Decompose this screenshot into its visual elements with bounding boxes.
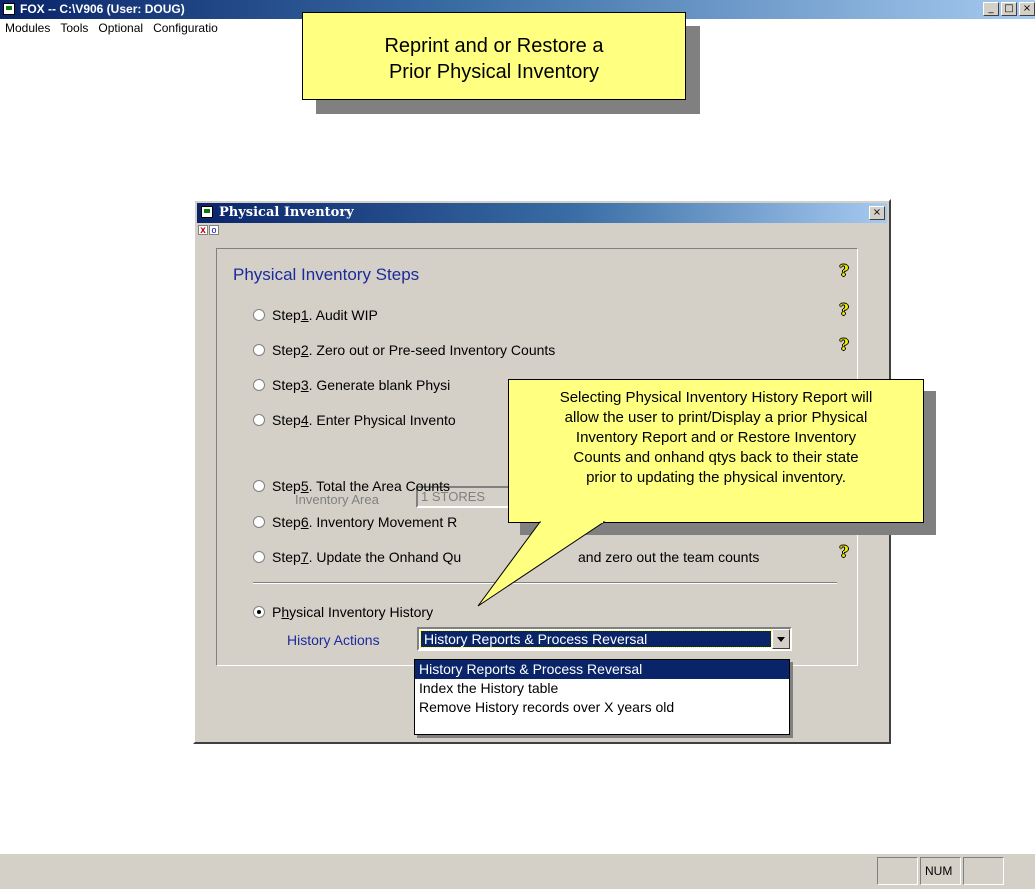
radio-button-selected[interactable] bbox=[253, 606, 265, 618]
step-2-option[interactable]: Step 2. Zero out or Pre-seed Inventory C… bbox=[253, 341, 555, 359]
dialog-close-button[interactable]: × bbox=[869, 206, 885, 220]
minimize-button[interactable]: _ bbox=[983, 2, 999, 16]
menu-tools[interactable]: Tools bbox=[55, 19, 93, 37]
status-pane bbox=[963, 857, 1004, 885]
maximize-button[interactable]: □ bbox=[1001, 2, 1017, 16]
mini-option-icon[interactable]: o bbox=[209, 225, 219, 235]
callout-line: Selecting Physical Inventory History Rep… bbox=[559, 389, 873, 406]
radio-button[interactable] bbox=[253, 344, 265, 356]
title-callout-line2: Prior Physical Inventory bbox=[388, 61, 600, 83]
chevron-down-icon[interactable] bbox=[772, 629, 790, 649]
step-6-option[interactable]: Step 6. Inventory Movement R bbox=[253, 513, 457, 531]
radio-button[interactable] bbox=[253, 480, 265, 492]
history-actions-select[interactable]: History Reports & Process Reversal bbox=[417, 627, 792, 651]
radio-button[interactable] bbox=[253, 551, 265, 563]
divider bbox=[253, 582, 837, 584]
dialog-title: Physical Inventory bbox=[219, 205, 354, 220]
radio-button[interactable] bbox=[253, 379, 265, 391]
dialog-titlebar[interactable]: Physical Inventory × bbox=[197, 203, 887, 223]
step-1-option[interactable]: Step 1. Audit WIP bbox=[253, 306, 378, 324]
help-icon[interactable]: ? bbox=[837, 337, 851, 353]
dropdown-option[interactable]: Remove History records over X years old bbox=[415, 698, 789, 717]
app-title: FOX -- C:\V906 (User: DOUG) bbox=[20, 2, 185, 16]
callout-line: Counts and onhand qtys back to their sta… bbox=[573, 449, 859, 466]
dropdown-option[interactable]: Index the History table bbox=[415, 679, 789, 698]
history-actions-label: History Actions bbox=[287, 632, 380, 648]
radio-button[interactable] bbox=[253, 309, 265, 321]
step-4-option[interactable]: Step 4. Enter Physical Invento bbox=[253, 411, 456, 429]
radio-button[interactable] bbox=[253, 414, 265, 426]
title-callout: Reprint and or Restore a Prior Physical … bbox=[302, 12, 686, 100]
step-7-option[interactable]: Step 7. Update the Onhand Qu bbox=[253, 548, 461, 566]
help-icon[interactable]: ? bbox=[837, 263, 851, 279]
menu-modules[interactable]: Modules bbox=[0, 19, 55, 37]
dropdown-option[interactable]: History Reports & Process Reversal bbox=[415, 660, 789, 679]
app-icon[interactable] bbox=[3, 3, 15, 15]
mini-close-icon[interactable]: x bbox=[198, 225, 208, 236]
menu-optional[interactable]: Optional bbox=[93, 19, 148, 37]
help-icon[interactable]: ? bbox=[837, 302, 851, 318]
radio-button[interactable] bbox=[253, 516, 265, 528]
group-title: Physical Inventory Steps bbox=[233, 265, 420, 284]
status-bar: NUM bbox=[0, 853, 1035, 889]
menu-configuration[interactable]: Configuratio bbox=[148, 19, 223, 37]
status-num: NUM bbox=[920, 857, 961, 885]
status-pane bbox=[877, 857, 918, 885]
callout-line: prior to updating the physical inventory… bbox=[586, 469, 846, 486]
title-callout-line1: Reprint and or Restore a bbox=[384, 35, 604, 57]
close-button[interactable]: × bbox=[1019, 2, 1035, 16]
step-5-option[interactable]: Step 5. Total the Area Counts bbox=[253, 477, 450, 495]
history-actions-dropdown: History Reports & Process Reversal Index… bbox=[414, 659, 790, 735]
explanation-callout: Selecting Physical Inventory History Rep… bbox=[508, 379, 924, 523]
help-icon[interactable]: ? bbox=[837, 544, 851, 560]
dialog-app-icon[interactable] bbox=[201, 206, 213, 218]
step-3-option[interactable]: Step 3. Generate blank Physi bbox=[253, 376, 450, 394]
callout-line: Inventory Report and or Restore Inventor… bbox=[575, 429, 857, 446]
history-option[interactable]: Ph ysical Inventory History bbox=[253, 603, 433, 621]
window-controls: _ □ × bbox=[983, 2, 1035, 16]
history-actions-value: History Reports & Process Reversal bbox=[420, 630, 772, 648]
step-7-label-end: and zero out the team counts bbox=[578, 549, 760, 565]
callout-line: allow the user to print/Display a prior … bbox=[564, 409, 868, 426]
